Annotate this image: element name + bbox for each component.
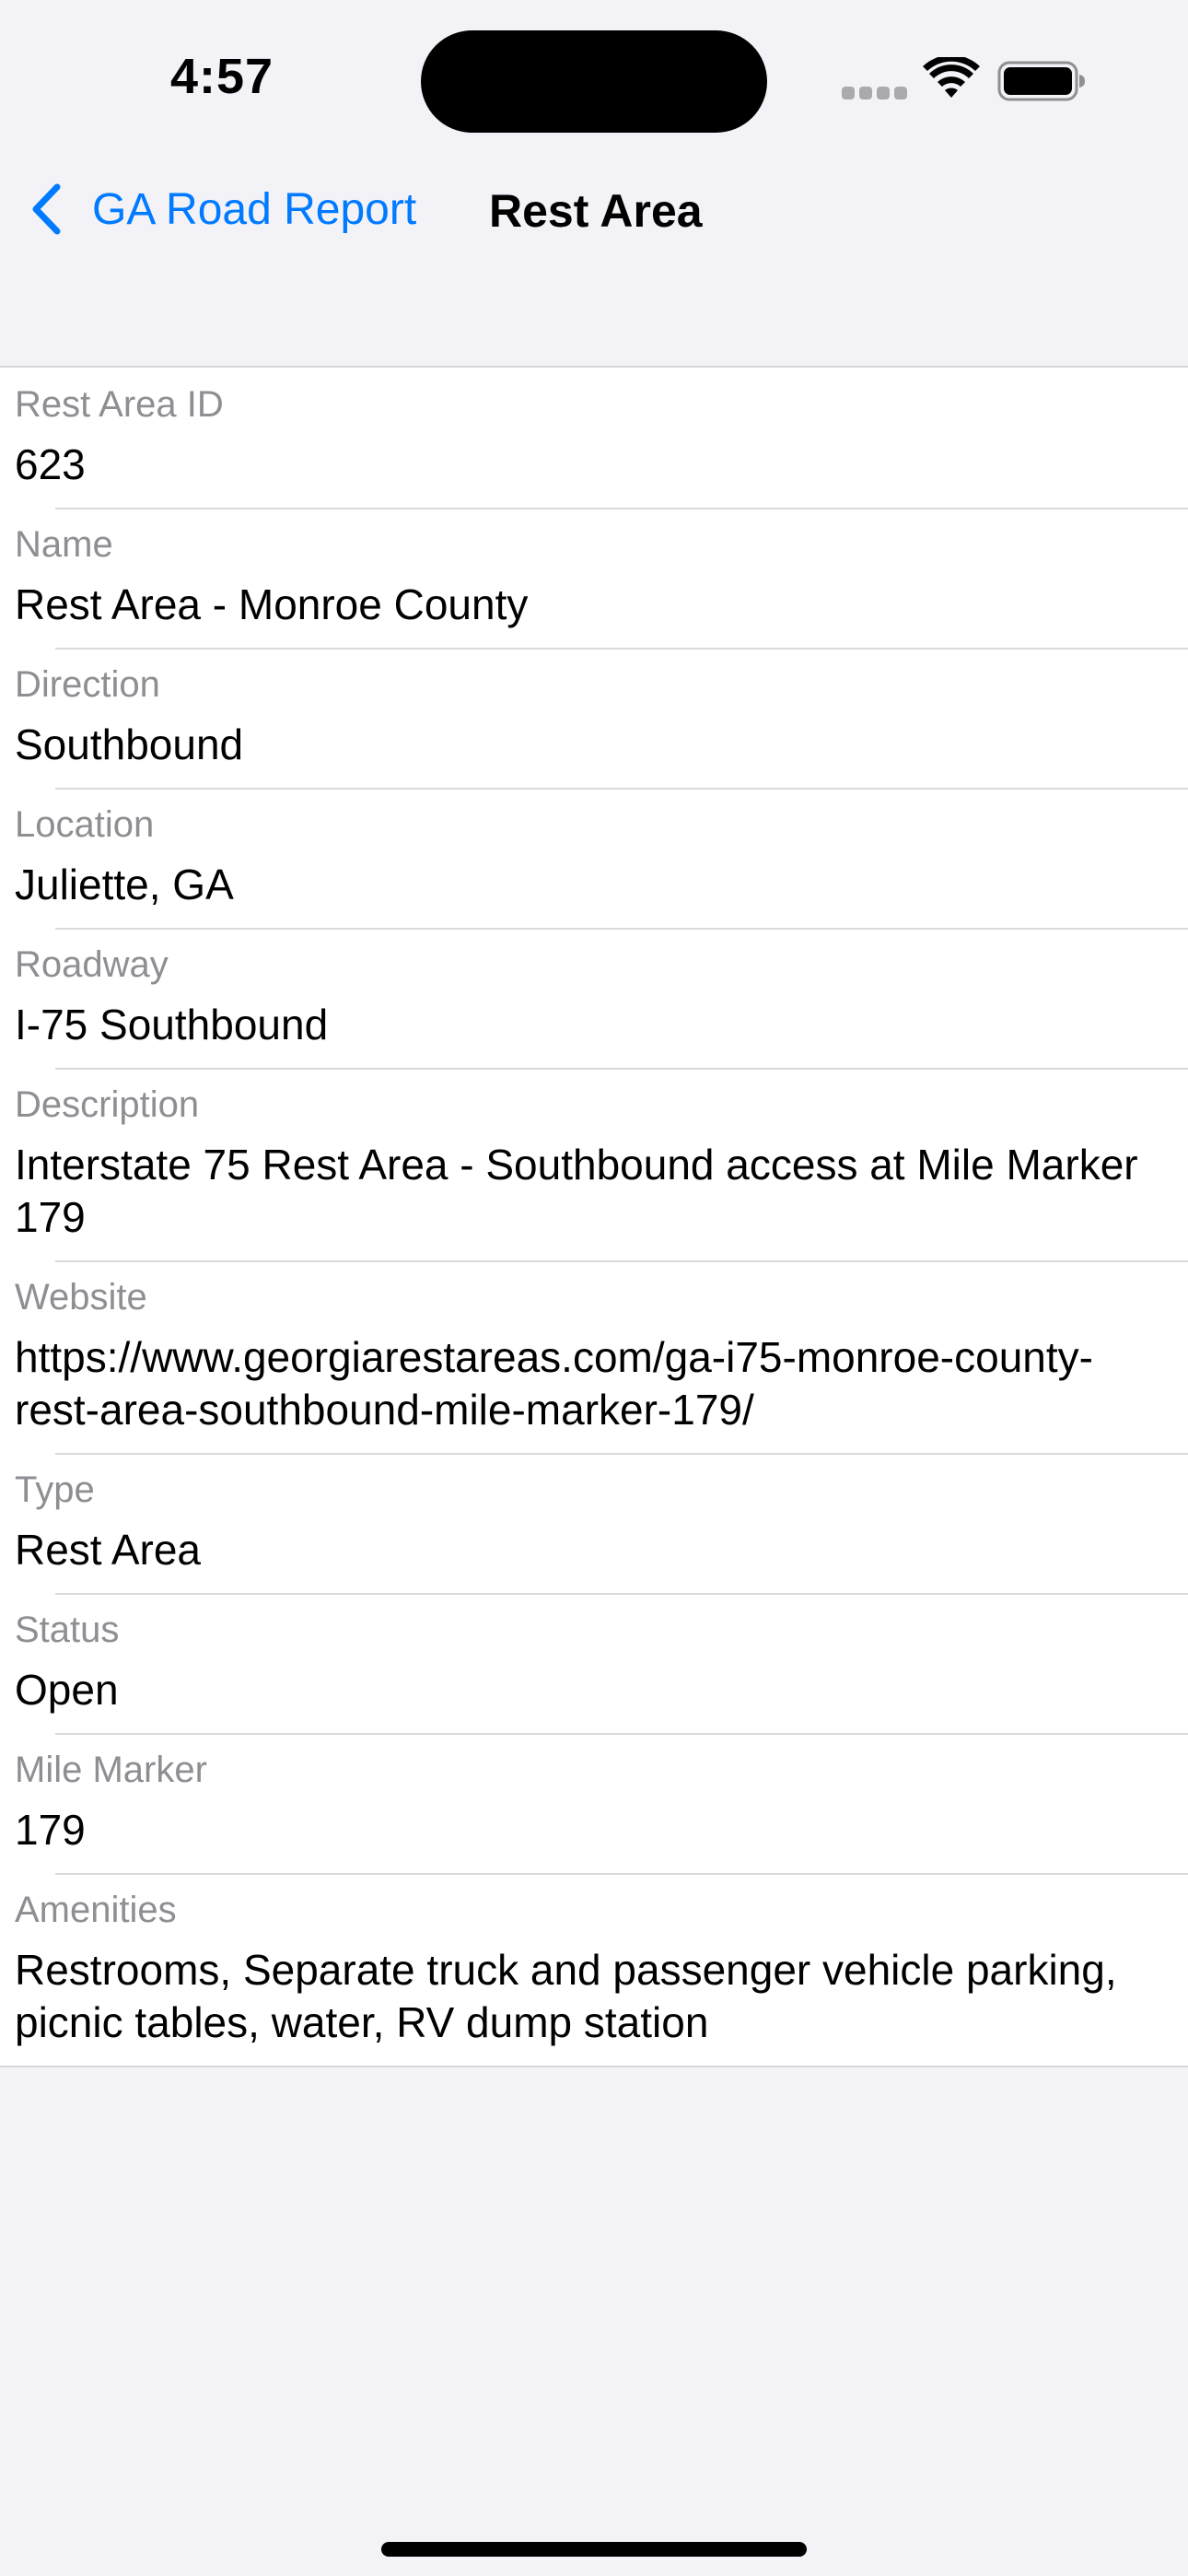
row-label: Roadway [15,944,169,985]
status-bar: 4:57 [0,0,1188,157]
detail-row-website[interactable]: Website https://www.georgiarestareas.com… [0,1260,1188,1453]
row-label: Amenities [15,1890,177,1930]
wifi-icon [923,57,980,98]
status-time: 4:57 [170,49,274,104]
row-value: Juliette, GA [15,861,234,908]
dynamic-island [421,30,767,133]
back-button[interactable]: GA Road Report [28,177,416,241]
row-label: Website [15,1277,147,1317]
cellular-signal-icon [842,87,907,100]
website-link[interactable]: https://www.georgiarestareas.com/ga-i75-… [15,1331,1151,1436]
row-label: Direction [15,664,160,705]
row-label: Name [15,524,113,565]
row-label: Type [15,1469,95,1510]
home-indicator[interactable] [381,2542,807,2557]
row-value: Restrooms, Separate truck and passenger … [15,1946,1117,2046]
chevron-left-icon [28,177,70,241]
row-label: Mile Marker [15,1750,207,1790]
row-value: Interstate 75 Rest Area - Southbound acc… [15,1141,1138,1241]
row-value: Rest Area [15,1526,201,1574]
detail-row-roadway: Roadway I-75 Southbound [0,928,1188,1068]
detail-row-location: Location Juliette, GA [0,788,1188,928]
detail-row-status: Status Open [0,1593,1188,1733]
back-button-label: GA Road Report [92,184,417,234]
detail-row-type: Type Rest Area [0,1453,1188,1593]
row-value: 623 [15,440,86,488]
detail-row-rest-area-id: Rest Area ID 623 [0,368,1188,508]
row-value: Open [15,1666,119,1714]
page-title: Rest Area [489,185,703,237]
battery-icon [997,61,1085,101]
detail-row-amenities: Amenities Restrooms, Separate truck and … [0,1873,1188,2066]
row-value: I-75 Southbound [15,1001,329,1048]
row-label: Status [15,1610,120,1650]
screen: 4:57 GA Road Report Rest Area Rest Area … [0,0,1188,2576]
row-label: Rest Area ID [15,384,224,425]
detail-row-direction: Direction Southbound [0,648,1188,788]
row-value: Rest Area - Monroe County [15,580,529,628]
row-value: Southbound [15,720,244,768]
row-label: Location [15,804,155,845]
detail-row-mile-marker: Mile Marker 179 [0,1733,1188,1873]
row-label: Description [15,1084,200,1125]
detail-row-name: Name Rest Area - Monroe County [0,508,1188,648]
detail-list: Rest Area ID 623 Name Rest Area - Monroe… [0,366,1188,2067]
detail-row-description: Description Interstate 75 Rest Area - So… [0,1068,1188,1260]
row-value: 179 [15,1806,86,1854]
navigation-bar: GA Road Report Rest Area [0,157,1188,263]
